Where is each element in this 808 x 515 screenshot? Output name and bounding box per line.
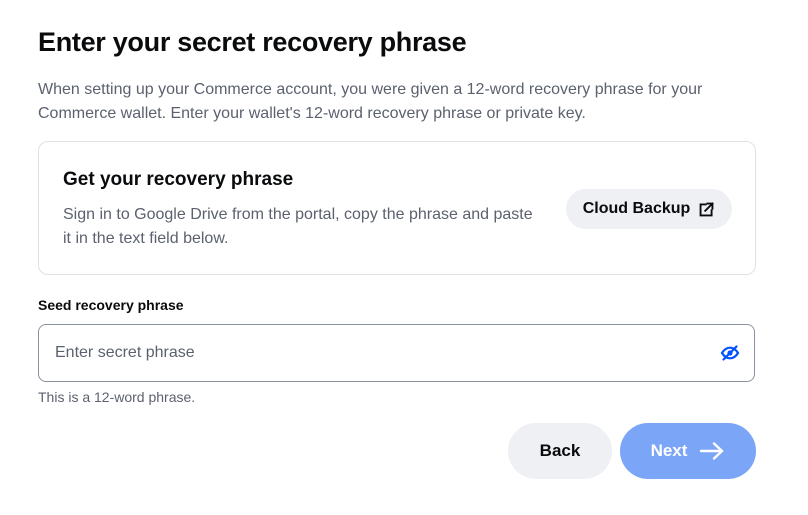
next-button[interactable]: Next	[620, 423, 756, 479]
card-title: Get your recovery phrase	[63, 169, 294, 190]
arrow-right-icon	[700, 442, 724, 460]
card-description: Sign in to Google Drive from the portal,…	[63, 206, 533, 247]
intro-text: When setting up your Commerce account, y…	[38, 81, 703, 122]
helper-text: This is a 12-word phrase.	[38, 389, 196, 405]
cloud-backup-label: Cloud Backup	[582, 200, 691, 217]
recovery-phrase-card: Get your recovery phrase Sign in to Goog…	[38, 141, 756, 275]
external-link-icon	[699, 201, 715, 216]
seed-phrase-input[interactable]	[55, 325, 695, 381]
seed-phrase-label: Seed recovery phrase	[38, 297, 184, 313]
recovery-phrase-page: Enter your secret recovery phrase When s…	[0, 0, 808, 515]
next-label: Next	[650, 441, 688, 460]
cloud-backup-button[interactable]: Cloud Backup	[566, 189, 732, 229]
eye-off-icon[interactable]	[720, 343, 740, 363]
seed-phrase-field	[38, 324, 755, 382]
page-title: Enter your secret recovery phrase	[38, 27, 467, 57]
back-button[interactable]: Back	[508, 423, 612, 479]
